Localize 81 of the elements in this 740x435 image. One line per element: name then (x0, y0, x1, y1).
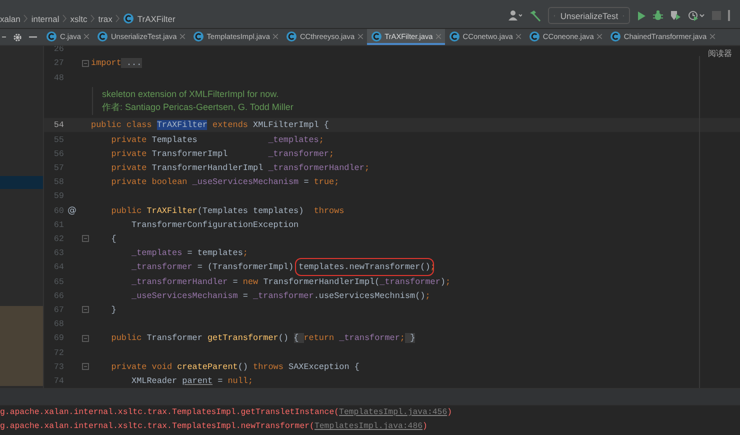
code-text: private TransformerHandlerImpl _transformerHandler; (110, 162, 370, 173)
source-link[interactable]: TemplatesImpl.java:456 (339, 408, 448, 417)
class-icon (610, 30, 621, 42)
chevron-icon (62, 14, 68, 23)
code-text: private void createParent() throws SAXException { (110, 362, 360, 372)
line-number: 74 (52, 376, 64, 386)
code-text: _templates = templates; (130, 248, 248, 258)
line-number: 63 (52, 248, 64, 258)
line-number: 57 (52, 162, 64, 173)
code-text: { (110, 234, 116, 244)
class-icon (96, 30, 108, 42)
chevron-icon (23, 14, 28, 23)
doc-comment-line: skeleton extension of XMLFilterImpl for now. (102, 88, 280, 101)
line-number: 55 (52, 134, 64, 144)
breadcrumb-item[interactable]: internal (31, 14, 60, 24)
run-icon (637, 10, 646, 20)
class-icon (123, 13, 134, 24)
code-text: public Transformer getTransformer() { return _transformer; } (110, 333, 416, 344)
line-number: 59 (52, 191, 64, 202)
class-icon (286, 30, 297, 42)
line-number: 54 (52, 120, 64, 130)
reader-mode-label[interactable]: 阅读器 (708, 48, 732, 59)
class-icon (192, 30, 204, 42)
code-text: TransformerConfigurationException (130, 220, 299, 230)
close-icon (516, 34, 521, 38)
close-icon (358, 34, 363, 38)
run-configuration-dropdown[interactable]: UnserializeTest (548, 7, 630, 24)
code-text: private boolean _useServicesMechanism = true; (110, 177, 340, 188)
doc-comment-line: 作者: Santiago Pericas-Geertsen, G. Todd Miller (102, 100, 294, 114)
gutter-annotation[interactable]: @ (64, 206, 80, 216)
line-number: 27 (52, 58, 64, 68)
breadcrumb-item[interactable]: xalan (0, 14, 20, 24)
line-number: 58 (52, 177, 64, 188)
class-icon (448, 30, 460, 42)
line-number: 67 (52, 304, 64, 315)
coverage-icon (670, 10, 681, 21)
breadcrumb-item[interactable]: xsltc (70, 14, 88, 24)
code-text: public class TrAXFilter extends XMLFilterImpl { (91, 120, 329, 130)
line-number: 73 (52, 362, 64, 372)
code-text: XMLReader parent = null; (130, 376, 254, 386)
settings-icon (13, 32, 22, 42)
user-icon (508, 10, 522, 21)
close-icon (436, 34, 441, 38)
code-text: public TrAXFilter(Templates templates) throws (110, 206, 344, 216)
class-icon (370, 30, 382, 42)
console-line: g.apache.xalan.internal.xsltc.trax.TemplatesImpl.newTransformer(TemplatesImpl.java:486) (0, 421, 428, 434)
line-number: 65 (52, 276, 64, 287)
chevron-icon (115, 14, 120, 23)
code-text: } (110, 304, 116, 315)
close-icon (596, 34, 602, 38)
code-text: private Templates _templates; (110, 134, 324, 144)
console-line: g.apache.xalan.internal.xsltc.trax.TemplatesImpl.getTransletInstance(TemplatesImpl.java:456) (0, 407, 454, 419)
close-icon (84, 34, 89, 38)
code-text: import ... (91, 58, 142, 68)
hammer-icon (529, 10, 541, 22)
line-number: 68 (52, 319, 64, 330)
close-icon (710, 34, 715, 38)
minimize-icon (29, 35, 37, 39)
breadcrumb-item[interactable]: trax (98, 14, 112, 24)
debug-icon (653, 10, 663, 21)
breadcrumb-item[interactable]: TrAXFilter (137, 14, 176, 24)
line-number: 56 (52, 148, 64, 159)
code-text: _useServicesMechanism = _transformer.useServicesMechnism(); (130, 290, 430, 301)
code-text: _transformerHandler = new TransformerHandlerImpl(_transformer); (130, 276, 451, 287)
profiler-icon (688, 10, 705, 21)
code-text: private TransformerImpl _transformer; (110, 148, 334, 159)
close-icon (180, 34, 185, 38)
stop-icon (712, 11, 721, 20)
source-link[interactable]: TemplatesImpl.java:486 (314, 422, 423, 432)
line-number: 48 (52, 72, 64, 82)
close-icon (272, 34, 278, 38)
line-number: 61 (52, 220, 64, 230)
class-icon (46, 30, 57, 42)
line-number: 64 (52, 262, 64, 272)
line-number: 72 (52, 348, 64, 358)
line-number: 62 (52, 234, 64, 244)
chevron-icon (90, 14, 96, 23)
line-number: 60 (52, 206, 64, 216)
line-number: 69 (52, 333, 64, 344)
class-icon (528, 30, 540, 42)
line-number: 66 (52, 290, 64, 301)
